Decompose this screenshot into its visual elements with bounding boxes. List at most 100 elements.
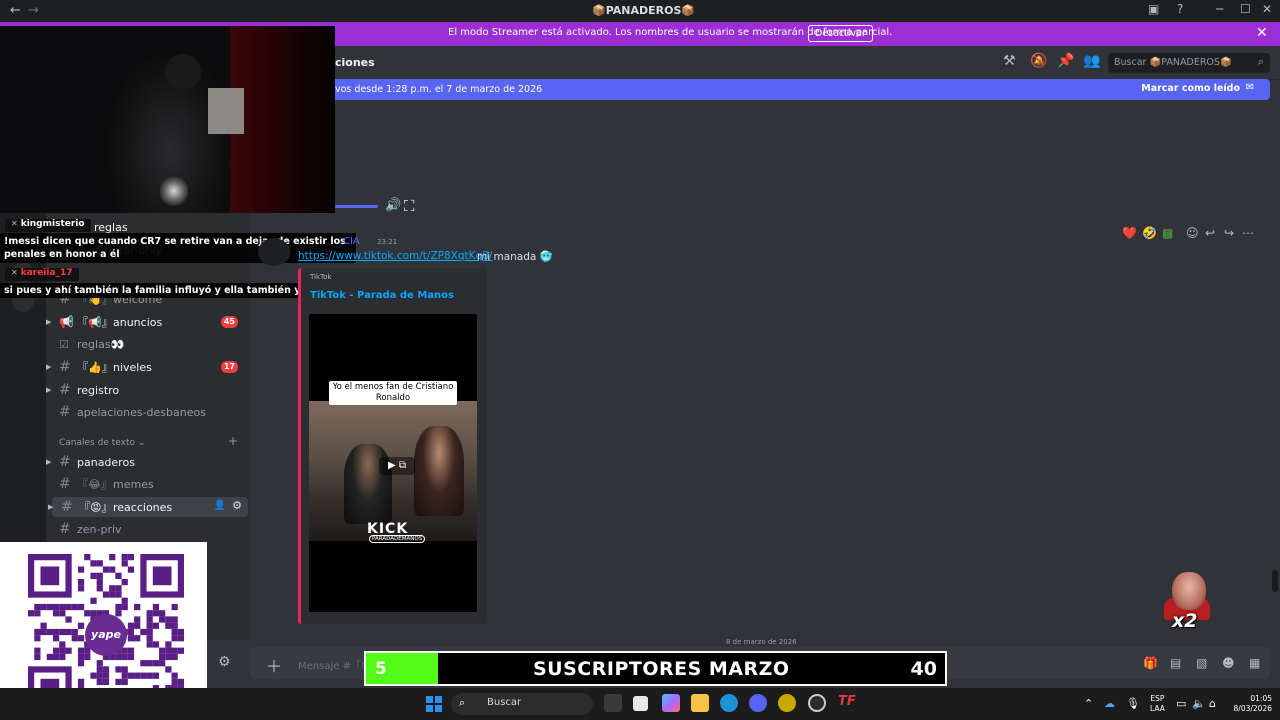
start-tile bbox=[435, 696, 442, 703]
reaction-heart[interactable]: ❤️ bbox=[1122, 226, 1137, 240]
goal-current: 5 bbox=[375, 659, 387, 679]
category-text-channels[interactable]: Canales de texto ⌄ bbox=[59, 438, 145, 448]
channel-anuncios[interactable]: ▶ 📢 『📢』 anuncios 45 bbox=[46, 312, 246, 332]
taskbar-search[interactable]: ⌕ Buscar bbox=[451, 693, 593, 715]
channel-zen-priv[interactable]: # zen-priv bbox=[50, 519, 246, 539]
network-icon[interactable]: ▭ bbox=[1176, 697, 1186, 710]
microphone-icon[interactable]: 🎙 bbox=[1126, 697, 1140, 710]
channel-apelaciones-desbaneos[interactable]: # apelaciones-desbaneos bbox=[50, 402, 246, 422]
gif-icon[interactable]: ▤ bbox=[1170, 656, 1181, 670]
back-arrow-icon[interactable]: ← bbox=[10, 3, 21, 18]
qr-module bbox=[28, 610, 35, 617]
webcam-background bbox=[230, 26, 335, 213]
file-explorer-icon[interactable] bbox=[691, 694, 709, 712]
gear-icon[interactable]: ⚙ bbox=[232, 499, 242, 512]
fullscreen-icon[interactable]: ⛶ bbox=[404, 197, 415, 215]
inbox-icon[interactable]: ▣ bbox=[1148, 2, 1159, 16]
reply-icon[interactable]: ↩ bbox=[1205, 226, 1215, 240]
message-author[interactable]: CIA bbox=[343, 236, 360, 247]
add-attachment-icon[interactable]: ＋ bbox=[266, 653, 282, 677]
play-icon[interactable]: ▶ ⧉ bbox=[379, 457, 415, 475]
disable-streamer-button[interactable]: Desactivar bbox=[808, 25, 873, 42]
close-banner-icon[interactable]: ✕ bbox=[1256, 25, 1268, 41]
scrollbar-thumb[interactable] bbox=[1272, 570, 1278, 592]
obs-icon[interactable] bbox=[808, 694, 826, 712]
start-tile bbox=[435, 705, 442, 712]
invite-member-icon[interactable]: 👤 bbox=[214, 500, 226, 511]
new-messages-bar[interactable]: vos desde 1:28 p.m. el 7 de marzo de 202… bbox=[250, 79, 1270, 100]
volume-bar[interactable] bbox=[335, 205, 378, 208]
wall-poster bbox=[208, 88, 244, 134]
help-icon[interactable]: ? bbox=[1177, 2, 1183, 16]
add-reaction-icon[interactable]: ☺ bbox=[1186, 226, 1199, 240]
qr-module bbox=[159, 653, 166, 661]
search-input[interactable]: Buscar 📦PANADEROS📦 ⌕ bbox=[1108, 53, 1270, 73]
tray-chevron-icon[interactable]: ⌃ bbox=[1084, 697, 1093, 710]
channel-registro[interactable]: ▶ # registro bbox=[46, 380, 246, 400]
qr-module bbox=[165, 647, 172, 654]
kick-watermark-sub: PARADADEMANOS bbox=[369, 535, 426, 543]
volume-icon[interactable]: 🔊 bbox=[385, 198, 401, 213]
close-window-icon[interactable]: ✕ bbox=[1262, 2, 1272, 16]
language-indicator[interactable]: ESP LAA bbox=[1150, 694, 1165, 714]
battery-icon[interactable]: ⌂ bbox=[1209, 697, 1216, 710]
video-controls: 🔊 ⛶ bbox=[330, 195, 430, 217]
close-chat-icon: ✕ bbox=[11, 268, 18, 277]
minimize-icon[interactable]: ─ bbox=[1216, 2, 1223, 16]
language-code: ESP bbox=[1150, 694, 1165, 703]
mark-as-read-button[interactable]: Marcar como leído bbox=[1141, 83, 1240, 94]
system-clock[interactable]: 01:05 8/03/2026 bbox=[1228, 694, 1272, 714]
embed-provider[interactable]: TikTok bbox=[310, 273, 331, 281]
discord-icon[interactable] bbox=[749, 694, 767, 712]
onedrive-icon[interactable]: ☁ bbox=[1104, 697, 1115, 710]
qr-module bbox=[177, 647, 184, 654]
start-button[interactable] bbox=[426, 696, 442, 712]
forward-arrow-icon[interactable]: → bbox=[28, 3, 39, 18]
hash-icon: # bbox=[59, 476, 71, 492]
qr-module bbox=[140, 628, 147, 636]
embed-video[interactable]: Yo el menos fan de Cristiano Ronaldo ▶ ⧉… bbox=[309, 314, 477, 612]
qr-module bbox=[165, 653, 172, 661]
qr-module bbox=[71, 635, 78, 642]
copilot-icon[interactable] bbox=[662, 694, 680, 712]
channel-header: ciones ⚒ 🔕 📌 👥 Buscar 📦PANADEROS📦 ⌕ bbox=[250, 46, 1280, 80]
qr-module bbox=[152, 603, 160, 611]
volume-icon[interactable]: 🔈 bbox=[1192, 697, 1206, 710]
task-view-icon[interactable] bbox=[604, 694, 622, 712]
edge-icon[interactable] bbox=[720, 694, 738, 712]
search-icon: ⌕ bbox=[459, 696, 466, 709]
channel-panaderos[interactable]: ▶ # panaderos bbox=[46, 452, 246, 472]
members-icon[interactable]: 👥 bbox=[1083, 53, 1100, 69]
add-channel-icon[interactable]: + bbox=[228, 434, 238, 448]
sticker-icon[interactable]: ▧ bbox=[1196, 656, 1207, 670]
channel-memes[interactable]: # 『😂』 memes bbox=[50, 474, 246, 494]
channel-niveles[interactable]: ▶ # 『👍』 niveles 17 bbox=[46, 357, 246, 377]
more-options-icon[interactable]: ⋯ bbox=[1242, 226, 1254, 240]
qr-module bbox=[34, 603, 41, 611]
chat-username-badge: ✕ kareiia_17 bbox=[5, 268, 79, 281]
channel-reglas-rules[interactable]: ☑ reglas👀 bbox=[50, 334, 246, 354]
embed-title[interactable]: TikTok - Parada de Manos bbox=[310, 290, 454, 301]
reaction-laugh[interactable]: 🤣 bbox=[1142, 226, 1157, 240]
user-settings-icon[interactable]: ⚙ bbox=[218, 654, 231, 670]
threads-icon[interactable]: ⚒ bbox=[1003, 53, 1016, 69]
gift-icon[interactable]: 🎁 bbox=[1143, 656, 1158, 670]
qr-module bbox=[102, 591, 110, 598]
app-icon[interactable] bbox=[778, 694, 796, 712]
qr-module bbox=[127, 566, 135, 573]
qr-module bbox=[171, 653, 178, 661]
reaction-emote[interactable]: ▩ bbox=[1162, 226, 1173, 240]
message-link[interactable]: https://www.tiktok.com/t/ZP8XqtKq8/ bbox=[298, 250, 492, 262]
app-icon[interactable] bbox=[633, 696, 648, 711]
pin-icon[interactable]: 📌 bbox=[1057, 53, 1074, 69]
emoji-icon[interactable]: ☻ bbox=[1222, 656, 1235, 670]
maximize-icon[interactable]: ☐ bbox=[1240, 2, 1251, 16]
tf-app-icon[interactable]: TF bbox=[838, 694, 856, 712]
apps-icon[interactable]: ▦ bbox=[1249, 656, 1260, 670]
avatar[interactable] bbox=[258, 238, 290, 266]
qr-module bbox=[177, 628, 184, 636]
channel-reacciones[interactable]: ▶ # 『😡』 reacciones 👤 ⚙ bbox=[48, 497, 248, 517]
forward-icon[interactable]: ↪ bbox=[1224, 226, 1234, 240]
goal-target: 40 bbox=[910, 658, 937, 680]
mute-bell-icon[interactable]: 🔕 bbox=[1030, 53, 1047, 69]
